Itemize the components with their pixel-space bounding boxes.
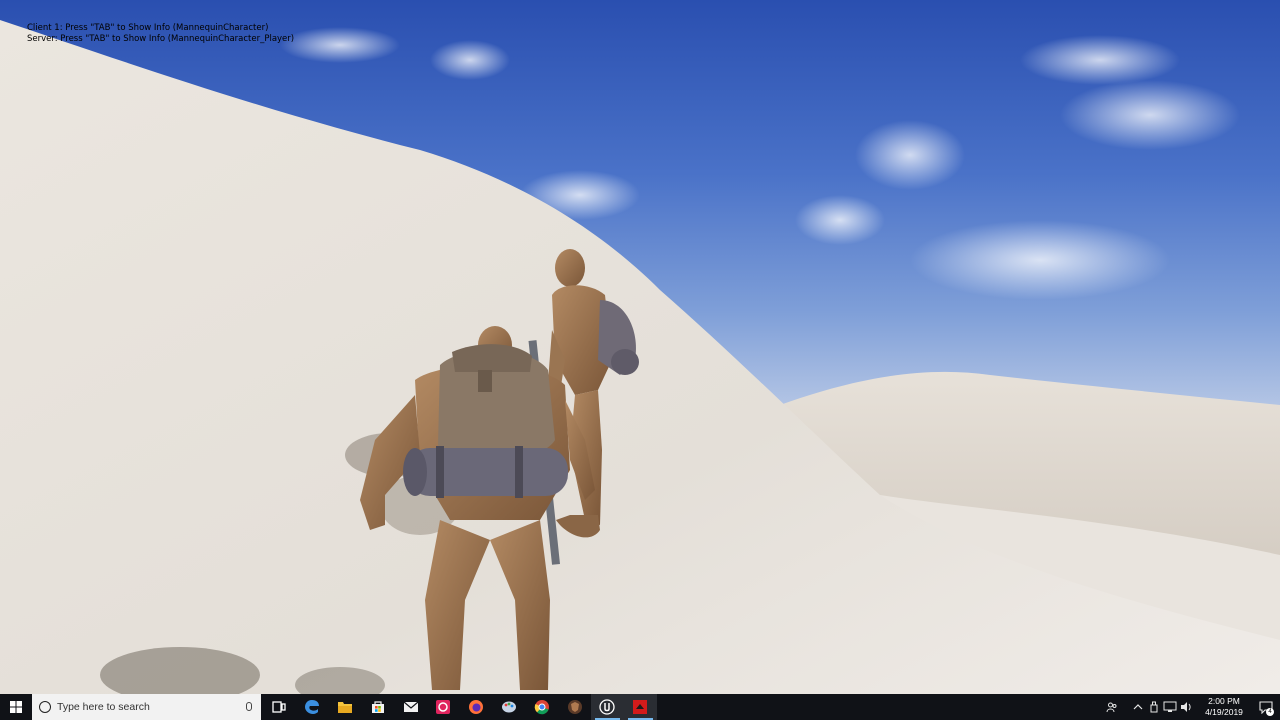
show-hidden-icons-glyph (1133, 704, 1143, 710)
taskbar-app-red[interactable] (427, 694, 460, 720)
taskbar-app-file-explorer[interactable] (329, 694, 362, 720)
taskbar-app-firefox[interactable] (460, 694, 493, 720)
people-icon[interactable] (1104, 694, 1120, 720)
windows-logo-icon (10, 701, 22, 713)
cloud (280, 27, 400, 63)
action-center-button[interactable]: 4 (1252, 694, 1280, 720)
windows-taskbar: 2:00 PM 4/19/2019 4 (0, 694, 1280, 720)
taskbar-clock[interactable]: 2:00 PM 4/19/2019 (1200, 696, 1248, 718)
volume-icon[interactable] (1178, 694, 1194, 720)
network-glyph (1163, 701, 1177, 712)
microphone-icon[interactable] (246, 702, 252, 711)
people-icon-glyph (1106, 702, 1117, 713)
task-view-icon (272, 701, 287, 713)
debug-overlay: Client 1: Press "TAB" to Show Info (Mann… (27, 23, 294, 45)
clock-date: 4/19/2019 (1205, 707, 1243, 717)
taskbar-search-box[interactable] (32, 694, 261, 720)
start-button[interactable] (0, 694, 32, 720)
cloud (855, 120, 965, 190)
store-icon (371, 701, 384, 713)
network-icon[interactable] (1162, 694, 1178, 720)
taskbar-app-paint[interactable] (493, 694, 526, 720)
cortana-icon (39, 701, 51, 713)
system-tray: 2:00 PM 4/19/2019 4 (1104, 694, 1280, 720)
taskbar-apps (263, 694, 657, 720)
mail-icon (403, 701, 418, 712)
taskbar-app-store[interactable] (361, 694, 394, 720)
red-square-app-icon (633, 700, 648, 714)
taskbar-app-shield[interactable] (558, 694, 591, 720)
cloud (795, 195, 885, 245)
chrome-icon (534, 700, 549, 715)
usb-glyph (1150, 701, 1158, 713)
taskbar-app-red-square[interactable] (623, 694, 657, 720)
unreal-engine-icon (599, 699, 616, 715)
cloud (430, 40, 510, 80)
desert-scene (0, 20, 1280, 694)
volume-glyph (1181, 702, 1191, 712)
taskbar-app-edge[interactable] (296, 694, 329, 720)
cloud (910, 220, 1170, 300)
usb-device-icon[interactable] (1146, 694, 1162, 720)
red-app-icon (436, 700, 451, 714)
cloud (1060, 80, 1240, 150)
debug-line-client: Client 1: Press "TAB" to Show Info (Mann… (27, 23, 269, 33)
tray-spacer (1120, 694, 1130, 720)
taskbar-app-mail[interactable] (394, 694, 427, 720)
paint-icon (501, 701, 516, 713)
debug-line-server: Server: Press "TAB" to Show Info (Manneq… (27, 34, 295, 44)
notification-count-badge: 4 (1266, 708, 1274, 716)
game-viewport[interactable]: Client 1: Press "TAB" to Show Info (Mann… (0, 0, 1280, 694)
shield-app-icon (567, 700, 582, 714)
taskbar-search-input[interactable] (57, 701, 227, 713)
cloud (1020, 35, 1180, 85)
clock-time: 2:00 PM (1208, 696, 1240, 706)
firefox-icon (469, 700, 484, 714)
taskbar-app-unreal-engine[interactable] (590, 694, 624, 720)
file-explorer-icon (337, 702, 352, 713)
edge-icon (305, 700, 320, 714)
task-view-button[interactable] (263, 694, 296, 720)
taskbar-app-chrome[interactable] (525, 694, 558, 720)
chevron-up-icon[interactable] (1130, 694, 1146, 720)
